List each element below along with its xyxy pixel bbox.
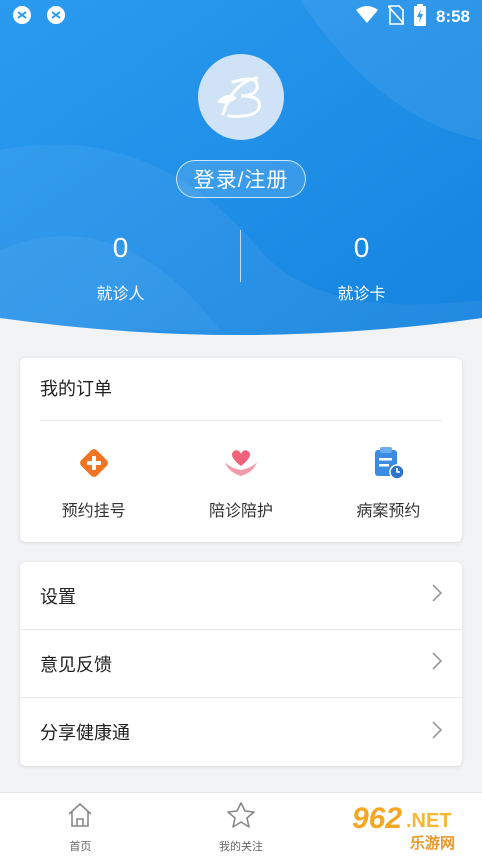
order-item-label: 预约挂号 xyxy=(61,503,126,520)
clipboard-clock-icon xyxy=(368,443,408,483)
stat-value: 0 xyxy=(112,232,129,263)
menu-item-feedback[interactable]: 意见反馈 xyxy=(20,630,462,698)
stats-divider xyxy=(240,230,241,282)
plus-diamond-icon xyxy=(74,443,114,483)
wifi-icon xyxy=(355,5,378,29)
battery-icon xyxy=(413,3,426,31)
menu-item-label: 设置 xyxy=(40,586,76,607)
order-item-escort[interactable]: 陪诊陪护 xyxy=(167,421,314,541)
settings-menu-card: 设置 意见反馈 分享健康通 xyxy=(20,562,462,766)
status-bar: 8:58 xyxy=(0,0,482,34)
tab-label: 我的关注 xyxy=(219,841,263,853)
order-item-records[interactable]: 病案预约 xyxy=(315,421,462,541)
home-icon xyxy=(66,801,94,834)
menu-item-label: 分享健康通 xyxy=(40,723,130,743)
app-logo-icon xyxy=(217,76,262,118)
order-item-appointment[interactable]: 预约挂号 xyxy=(20,421,167,541)
order-item-label: 陪诊陪护 xyxy=(208,503,273,520)
tab-home[interactable]: 首页 xyxy=(0,793,161,856)
star-icon xyxy=(226,801,256,834)
status-time: 8:58 xyxy=(435,7,470,26)
tab-following[interactable]: 我的关注 xyxy=(161,793,322,856)
chevron-right-icon xyxy=(432,652,443,675)
chevron-right-icon xyxy=(432,720,443,744)
avatar[interactable] xyxy=(198,54,284,140)
site-watermark: 962 .NET 乐游网 xyxy=(344,798,482,856)
order-item-label: 病案预约 xyxy=(356,503,421,520)
watermark-cn: 乐游网 xyxy=(410,835,456,852)
orders-title: 我的订单 xyxy=(40,379,112,399)
tab-label: 首页 xyxy=(69,841,92,853)
watermark-brand: 962 xyxy=(352,802,403,835)
heart-hands-icon xyxy=(221,443,261,483)
no-sim-icon xyxy=(387,4,405,30)
chevron-right-icon xyxy=(432,584,443,607)
stat-label: 就诊卡 xyxy=(337,286,386,303)
notification-icon xyxy=(12,5,32,30)
stat-cards[interactable]: 0 就诊卡 xyxy=(241,228,482,312)
stats-row: 0 就诊人 0 就诊卡 xyxy=(0,228,482,312)
watermark-suffix: .NET xyxy=(406,810,452,832)
menu-item-label: 意见反馈 xyxy=(40,654,112,675)
menu-item-share[interactable]: 分享健康通 xyxy=(20,698,462,766)
stat-value: 0 xyxy=(353,232,370,263)
my-orders-card: 我的订单 预约挂号 陪诊陪护 病案预约 xyxy=(20,358,462,542)
stat-patients[interactable]: 0 就诊人 xyxy=(0,228,241,312)
login-register-button[interactable]: 登录/注册 xyxy=(176,160,306,198)
stat-label: 就诊人 xyxy=(96,286,145,303)
menu-item-settings[interactable]: 设置 xyxy=(20,562,462,630)
notification-icon xyxy=(46,5,66,30)
